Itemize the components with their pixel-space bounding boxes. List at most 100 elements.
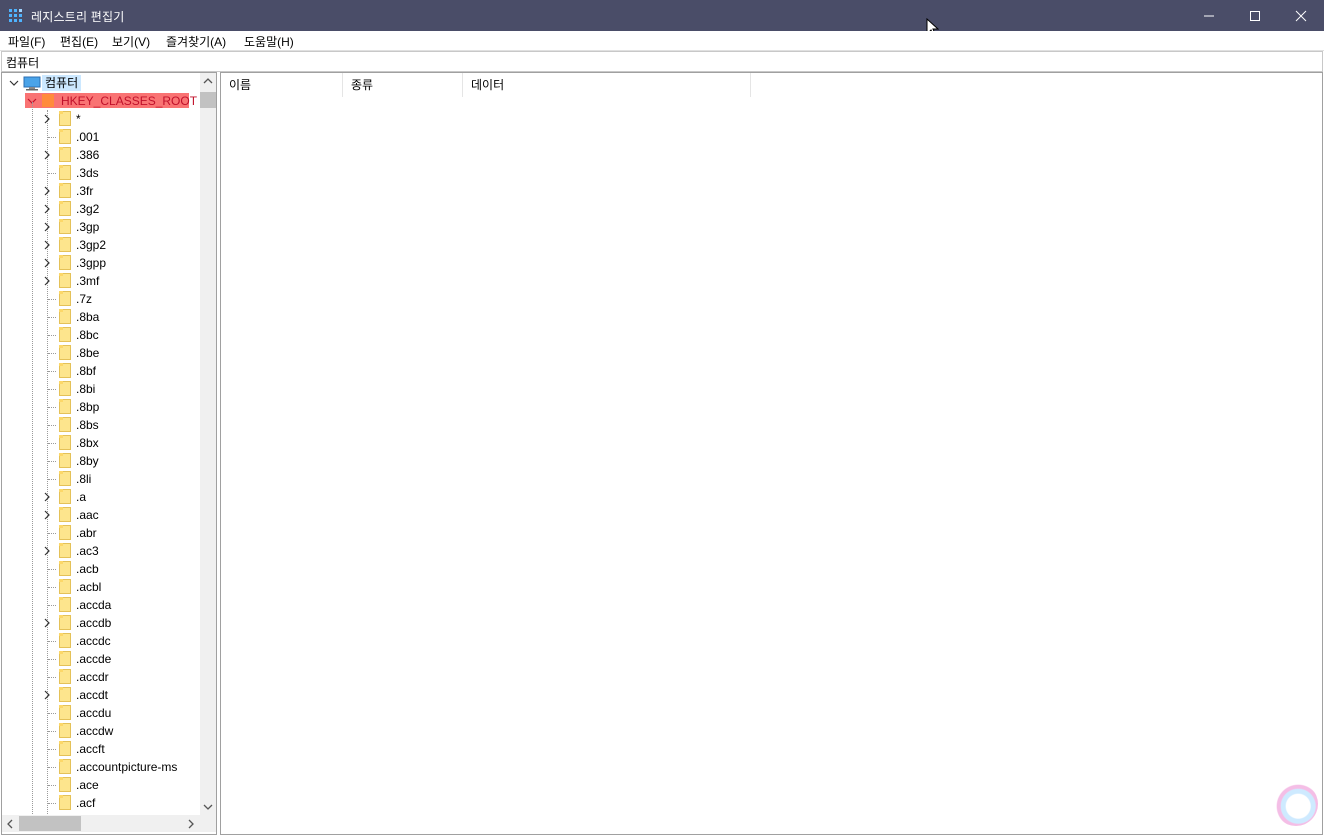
horizontal-scroll-thumb[interactable] xyxy=(19,816,81,831)
folder-icon xyxy=(59,363,71,378)
tree-item[interactable]: .3ds xyxy=(2,164,200,182)
tree-item[interactable]: .8bc xyxy=(2,326,200,344)
vertical-scroll-thumb[interactable] xyxy=(200,92,216,108)
chevron-right-icon[interactable] xyxy=(42,618,52,628)
tree-label: .a xyxy=(76,490,87,504)
tree-connector xyxy=(48,335,56,337)
folder-icon xyxy=(59,183,71,198)
folder-icon xyxy=(59,165,71,180)
title-bar[interactable]: 레지스트리 편집기 xyxy=(0,0,1324,38)
menu-edit[interactable]: 편집(E) xyxy=(60,33,98,50)
chevron-right-icon[interactable] xyxy=(42,150,52,160)
scroll-up-icon[interactable] xyxy=(203,77,213,85)
tree-connector xyxy=(48,173,56,175)
vertical-scrollbar[interactable] xyxy=(200,73,216,815)
tree-item[interactable]: .accdb xyxy=(2,614,200,632)
tree-item[interactable]: .3g2 xyxy=(2,200,200,218)
tree-item-computer[interactable]: 컴퓨터 xyxy=(2,74,200,92)
column-header-data[interactable]: 데이터 xyxy=(463,73,751,97)
column-header-name[interactable]: 이름 xyxy=(221,73,343,97)
tree-label: .386 xyxy=(76,148,100,162)
tree-item[interactable]: .accdc xyxy=(2,632,200,650)
chevron-right-icon[interactable] xyxy=(42,222,52,232)
key-tree-pane[interactable]: 컴퓨터 HKEY_CLASSES_ROOT * .001 .386 .3ds .3fr.… xyxy=(1,72,217,835)
tree-item[interactable]: .8bi xyxy=(2,380,200,398)
menu-help[interactable]: 도움말(H) xyxy=(244,33,294,50)
tree-item[interactable]: .3mf xyxy=(2,272,200,290)
tree-item[interactable]: .ac3 xyxy=(2,542,200,560)
folder-icon xyxy=(59,435,71,450)
tree-label: .accde xyxy=(76,652,112,666)
tree-item[interactable]: .8be xyxy=(2,344,200,362)
column-header-type[interactable]: 종류 xyxy=(343,73,463,97)
folder-icon xyxy=(59,795,71,810)
menu-favorites[interactable]: 즐겨찾기(A) xyxy=(166,33,226,50)
tree-label: .3mf xyxy=(76,274,100,288)
tree-item[interactable]: .accdu xyxy=(2,704,200,722)
tree-item[interactable]: .acbl xyxy=(2,578,200,596)
maximize-button[interactable] xyxy=(1232,0,1278,31)
tree-item[interactable]: .8ba xyxy=(2,308,200,326)
tree-item[interactable]: * xyxy=(2,110,200,128)
tree-item[interactable]: .accft xyxy=(2,740,200,758)
tree-item[interactable]: .3gp2 xyxy=(2,236,200,254)
chevron-right-icon[interactable] xyxy=(42,276,52,286)
menu-file[interactable]: 파일(F) xyxy=(8,33,45,50)
tree-item[interactable]: .acb xyxy=(2,560,200,578)
tree-item[interactable]: .001 xyxy=(2,128,200,146)
tree-item[interactable]: .386 xyxy=(2,146,200,164)
menu-view[interactable]: 보기(V) xyxy=(112,33,150,50)
tree-item[interactable]: .accdt xyxy=(2,686,200,704)
chevron-right-icon[interactable] xyxy=(42,204,52,214)
tree-item[interactable]: .aac xyxy=(2,506,200,524)
folder-icon xyxy=(59,147,71,162)
value-list-pane[interactable]: 이름 종류 데이터 xyxy=(220,72,1323,835)
horizontal-scrollbar[interactable] xyxy=(2,815,200,832)
tree-label: .accdr xyxy=(76,670,109,684)
chevron-right-icon[interactable] xyxy=(42,546,52,556)
scroll-left-icon[interactable] xyxy=(6,819,14,829)
tree-item[interactable]: .accda xyxy=(2,596,200,614)
folder-icon xyxy=(59,237,71,252)
tree-item[interactable]: .accdw xyxy=(2,722,200,740)
tree-connector xyxy=(48,299,56,301)
chevron-right-icon[interactable] xyxy=(42,258,52,268)
minimize-button[interactable] xyxy=(1186,0,1232,31)
tree-label: .3ds xyxy=(76,166,99,180)
close-button[interactable] xyxy=(1278,0,1324,31)
tree-item[interactable]: .8bf xyxy=(2,362,200,380)
chevron-right-icon[interactable] xyxy=(42,186,52,196)
chevron-right-icon[interactable] xyxy=(42,690,52,700)
scroll-down-icon[interactable] xyxy=(203,803,213,811)
tree-item[interactable]: .accountpicture-ms xyxy=(2,758,200,776)
tree-item[interactable]: .3fr xyxy=(2,182,200,200)
chevron-down-icon[interactable] xyxy=(9,78,19,88)
chevron-right-icon[interactable] xyxy=(42,114,52,124)
tree-connector xyxy=(48,443,56,445)
chevron-right-icon[interactable] xyxy=(42,240,52,250)
folder-icon xyxy=(59,723,71,738)
tree-item[interactable]: .8bx xyxy=(2,434,200,452)
tree-item[interactable]: .accde xyxy=(2,650,200,668)
tree-item[interactable]: .abr xyxy=(2,524,200,542)
tree-label: .8be xyxy=(76,346,100,360)
folder-icon xyxy=(59,741,71,756)
address-bar[interactable]: 컴퓨터 xyxy=(1,51,1323,72)
tree-item[interactable]: .a xyxy=(2,488,200,506)
tree-item[interactable]: .3gpp xyxy=(2,254,200,272)
tree-item[interactable]: .8li xyxy=(2,470,200,488)
tree-item[interactable]: .7z xyxy=(2,290,200,308)
folder-icon xyxy=(59,291,71,306)
tree-item[interactable]: .8bp xyxy=(2,398,200,416)
tree-item[interactable]: .8by xyxy=(2,452,200,470)
scrollbar-corner xyxy=(200,815,216,832)
tree-item[interactable]: .3gp xyxy=(2,218,200,236)
tree-label: .8bx xyxy=(76,436,99,450)
tree-item[interactable]: .8bs xyxy=(2,416,200,434)
chevron-right-icon[interactable] xyxy=(42,492,52,502)
tree-item[interactable]: .accdr xyxy=(2,668,200,686)
scroll-right-icon[interactable] xyxy=(187,819,195,829)
chevron-right-icon[interactable] xyxy=(42,510,52,520)
tree-item[interactable]: .acf xyxy=(2,794,200,812)
tree-item[interactable]: .ace xyxy=(2,776,200,794)
